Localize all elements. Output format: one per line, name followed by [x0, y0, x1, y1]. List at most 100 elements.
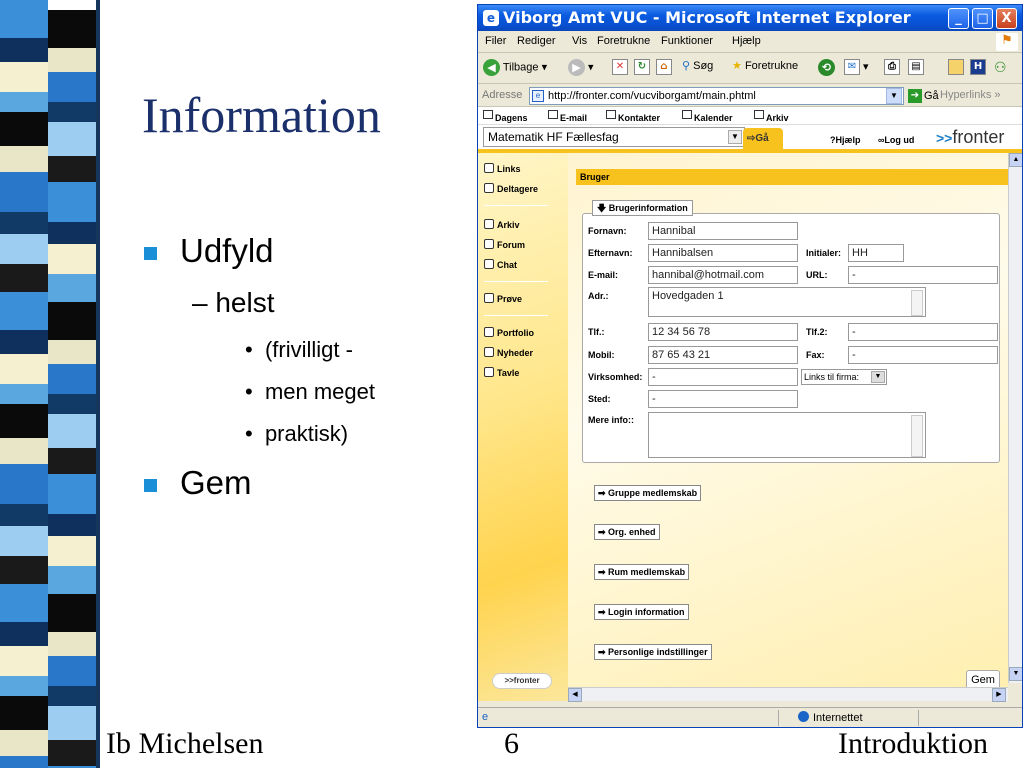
stripe-band — [48, 10, 96, 48]
stripe-band — [48, 566, 96, 594]
divider — [484, 315, 548, 316]
go-button[interactable]: ➔ Gå — [908, 89, 939, 103]
menu-foretrukne[interactable]: Foretrukne — [597, 35, 650, 47]
tool-chat[interactable]: Chat — [484, 259, 517, 270]
stripe-band — [0, 622, 48, 646]
title-bar[interactable]: e Viborg Amt VUC - Microsoft Internet Ex… — [478, 5, 1022, 31]
input-virksomhed[interactable]: - — [648, 368, 798, 386]
nav-arkiv[interactable]: Arkiv — [754, 110, 789, 123]
vertical-scrollbar[interactable]: ▲ ▼ — [1008, 153, 1022, 683]
textarea-scrollbar[interactable] — [911, 415, 923, 457]
tool-forum[interactable]: Forum — [484, 239, 525, 250]
bullet-udfyld: Udfyld — [144, 232, 274, 269]
home-button[interactable]: ⌂ — [656, 59, 672, 75]
mail-button[interactable]: ✉ ▾ — [844, 59, 869, 75]
label-efternavn: Efternavn: — [588, 248, 633, 258]
history-button[interactable]: ⟲ — [818, 59, 835, 76]
section-header: Bruger — [576, 169, 1008, 185]
stripe-band — [0, 504, 48, 526]
input-adr[interactable]: Hovedgaden 1 — [648, 287, 926, 317]
history-icon: ⟲ — [818, 59, 835, 76]
h-button[interactable]: H — [970, 59, 986, 75]
horizontal-scrollbar[interactable]: ◀ ▶ — [568, 687, 1008, 702]
room-select[interactable]: Matematik HF Fællesfag ▼ — [483, 127, 745, 147]
refresh-button[interactable]: ↻ — [634, 59, 650, 75]
input-fax[interactable]: - — [848, 346, 998, 364]
section-personlige-indstillinger[interactable]: ➡ Personlige indstillinger — [594, 644, 712, 660]
tool-tavle[interactable]: Tavle — [484, 367, 519, 378]
minimize-button[interactable]: _ — [948, 8, 969, 29]
stripe-band — [0, 0, 48, 38]
tool-proeve[interactable]: Prøve — [484, 293, 522, 304]
menu-filer[interactable]: Filer — [485, 35, 506, 47]
tool-portfolio[interactable]: Portfolio — [484, 327, 534, 338]
menu-rediger[interactable]: Rediger — [517, 35, 556, 47]
tool-nyheder[interactable]: Nyheder — [484, 347, 533, 358]
nav-dagens[interactable]: Dagens — [483, 110, 528, 123]
scroll-down-icon[interactable]: ▼ — [1009, 667, 1022, 681]
label-fornavn: Fornavn: — [588, 226, 627, 236]
folder-icon — [484, 219, 494, 229]
links-button[interactable]: Hyperlinks » — [940, 89, 1001, 101]
divider — [918, 710, 919, 726]
input-sted[interactable]: - — [648, 390, 798, 408]
nav-kalender[interactable]: Kalender — [682, 110, 733, 123]
input-mobil[interactable]: 87 65 43 21 — [648, 346, 798, 364]
folder-icon — [948, 59, 964, 75]
input-tlf[interactable]: 12 34 56 78 — [648, 323, 798, 341]
calendar-icon — [682, 110, 692, 119]
scroll-up-icon[interactable]: ▲ — [1009, 153, 1022, 167]
links-til-firma-value: Links til firma: — [804, 372, 860, 382]
section-gruppe-medlemskab[interactable]: ➡ Gruppe medlemskab — [594, 485, 702, 501]
section-rum-medlemskab[interactable]: ➡ Rum medlemskab — [594, 564, 690, 580]
stop-button[interactable]: ✕ — [612, 59, 628, 75]
nav-label: E-mail — [560, 113, 588, 123]
divider — [484, 205, 548, 206]
maximize-button[interactable]: □ — [972, 8, 993, 29]
nav-kontakter[interactable]: Kontakter — [606, 110, 660, 123]
address-dropdown-icon[interactable]: ▼ — [886, 88, 902, 104]
input-mere-info[interactable] — [648, 412, 926, 458]
links-til-firma-select[interactable]: Links til firma: ▼ — [801, 369, 887, 385]
input-url[interactable]: - — [848, 266, 998, 284]
scroll-left-icon[interactable]: ◀ — [568, 688, 582, 702]
back-button[interactable]: ◀ Tilbage ▾ — [483, 59, 547, 76]
section-label: Org. enhed — [608, 527, 656, 537]
messenger-button[interactable]: ⚇ — [994, 59, 1007, 76]
nav-email[interactable]: E-mail — [548, 110, 587, 123]
help-link[interactable]: ?Hjælp — [830, 135, 861, 145]
section-login-information[interactable]: ➡ Login information — [594, 604, 689, 620]
search-button[interactable]: ⚲ Søg — [682, 59, 713, 72]
input-tlf2[interactable]: - — [848, 323, 998, 341]
logout-link[interactable]: ∞Log ud — [878, 135, 914, 145]
zone-status: Internettet — [798, 711, 863, 724]
menu-funktioner[interactable]: Funktioner — [661, 35, 713, 47]
label-virksomhed: Virksomhed: — [588, 372, 643, 382]
menu-hjaelp[interactable]: Hjælp — [732, 35, 761, 47]
scroll-right-icon[interactable]: ▶ — [992, 688, 1006, 702]
tool-arkiv[interactable]: Arkiv — [484, 219, 520, 230]
edit-button[interactable]: ▤ — [908, 59, 924, 75]
section-org-enhed[interactable]: ➡ Org. enhed — [594, 524, 660, 540]
textarea-scrollbar[interactable] — [911, 290, 923, 316]
favorites-button[interactable]: ★ Foretrukne — [732, 59, 798, 72]
stripe-band — [0, 212, 48, 234]
address-input[interactable]: e http://fronter.com/vucviborgamt/main.p… — [529, 87, 904, 105]
print-button[interactable]: ⎙ — [884, 59, 900, 75]
sub-sub-bullet-text: (frivilligt - — [264, 337, 353, 362]
stripe-band — [0, 38, 48, 62]
user-info-title[interactable]: 🡇 Brugerinformation — [592, 200, 693, 216]
folder-button[interactable] — [948, 59, 964, 75]
input-fornavn[interactable]: Hannibal — [648, 222, 798, 240]
input-efternavn[interactable]: Hannibalsen — [648, 244, 798, 262]
label-initialer: Initialer: — [806, 248, 842, 258]
label-mere-info: Mere info:: — [588, 415, 634, 425]
tool-links[interactable]: Links — [484, 163, 521, 174]
tool-deltagere[interactable]: Deltagere — [484, 183, 538, 194]
menu-vis[interactable]: Vis — [572, 35, 587, 47]
close-button[interactable]: X — [996, 8, 1017, 29]
input-email[interactable]: hannibal@hotmail.com — [648, 266, 798, 284]
stripe-band — [48, 632, 96, 656]
input-initialer[interactable]: HH — [848, 244, 904, 262]
forward-button[interactable]: ▶ ▾ — [568, 59, 594, 76]
